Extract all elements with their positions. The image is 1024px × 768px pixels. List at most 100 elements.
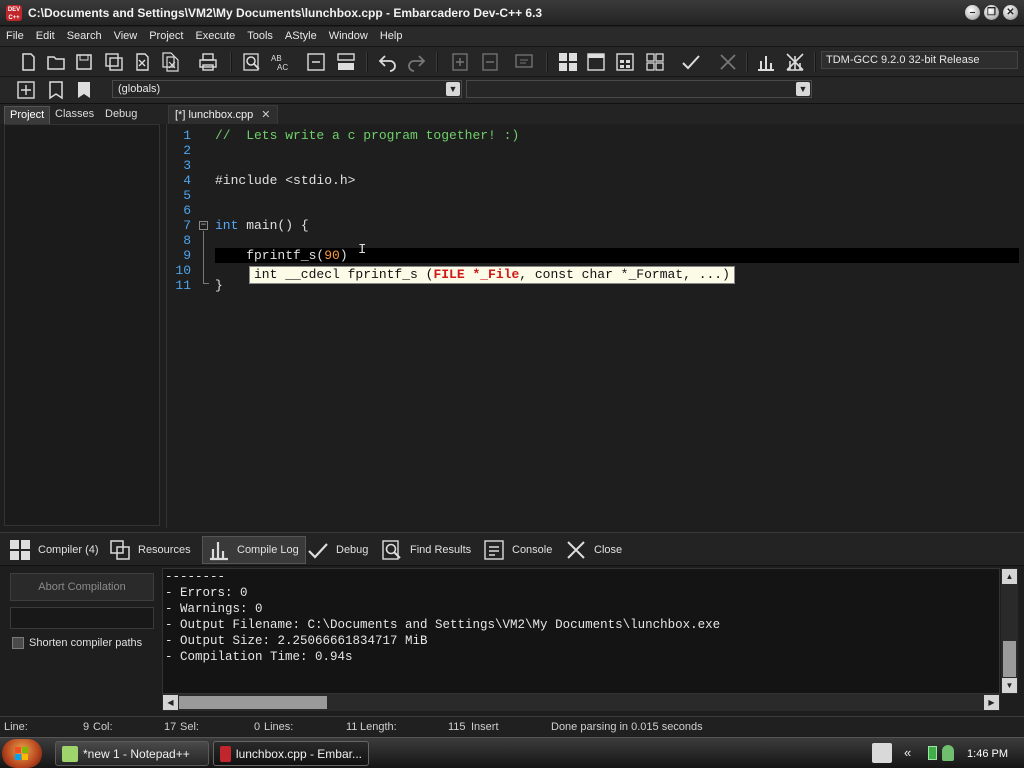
tab-resources[interactable]: Resources bbox=[104, 536, 197, 564]
goto-bookmark-icon[interactable] bbox=[72, 78, 96, 102]
status-col-value: 17 bbox=[164, 721, 177, 733]
close-panel-button[interactable]: Close bbox=[560, 536, 628, 564]
find-icon[interactable] bbox=[240, 50, 264, 74]
compile-log-icon bbox=[210, 542, 228, 561]
tab-project[interactable]: Project bbox=[4, 106, 51, 124]
menu-help[interactable]: Help bbox=[374, 27, 409, 47]
shorten-paths-row[interactable]: Shorten compiler paths bbox=[12, 637, 142, 649]
menu-execute[interactable]: Execute bbox=[189, 27, 241, 47]
project-options-icon[interactable] bbox=[512, 50, 536, 74]
tab-resources-label: Resources bbox=[138, 544, 191, 556]
status-bar: Line: 9 Col: 17 Sel: 0 Lines: 11 Length:… bbox=[0, 716, 1024, 736]
run-icon[interactable] bbox=[584, 50, 608, 74]
compile-run-icon[interactable] bbox=[613, 50, 637, 74]
menu-project[interactable]: Project bbox=[143, 27, 189, 47]
app-icon: DEV C++ bbox=[6, 5, 22, 21]
code-editor[interactable]: 1 2 3 4 5 6 7 8 9 10 11 − // Lets write … bbox=[166, 124, 1024, 528]
rebuild-all-icon[interactable] bbox=[643, 50, 667, 74]
horizontal-scroll-thumb[interactable] bbox=[179, 696, 327, 709]
vertical-scroll-thumb[interactable] bbox=[1003, 641, 1016, 677]
compiler-select[interactable]: TDM-GCC 9.2.0 32-bit Release bbox=[821, 51, 1018, 69]
chevron-down-icon[interactable]: ▼ bbox=[446, 82, 460, 96]
status-message: Done parsing in 0.015 seconds bbox=[551, 721, 703, 733]
minimize-button[interactable]: – bbox=[965, 5, 980, 20]
menu-edit[interactable]: Edit bbox=[30, 27, 61, 47]
scroll-right-icon[interactable]: ▶ bbox=[984, 695, 999, 710]
class-combo[interactable]: (globals) ▼ bbox=[112, 80, 462, 98]
log-vertical-scrollbar[interactable]: ▲ ▼ bbox=[1001, 568, 1018, 694]
tab-console[interactable]: Console bbox=[478, 536, 558, 564]
shorten-paths-checkbox[interactable] bbox=[12, 637, 24, 649]
toggle-panel-icon[interactable] bbox=[334, 50, 358, 74]
chevron-down-icon[interactable]: ▼ bbox=[796, 82, 810, 96]
syntax-check-icon[interactable] bbox=[679, 50, 703, 74]
tab-lunchbox-cpp[interactable]: [*] lunchbox.cpp ✕ bbox=[168, 105, 278, 124]
scroll-up-icon[interactable]: ▲ bbox=[1002, 569, 1017, 584]
undo-icon[interactable] bbox=[376, 50, 400, 74]
save-all-icon[interactable] bbox=[102, 50, 126, 74]
delete-profile-icon[interactable] bbox=[783, 50, 807, 74]
profile-icon[interactable] bbox=[754, 50, 778, 74]
find-results-icon bbox=[382, 540, 401, 560]
taskbar-devcpp[interactable]: lunchbox.cpp - Embar... bbox=[213, 741, 369, 766]
code-line-11: } bbox=[215, 278, 223, 293]
log-horizontal-scrollbar[interactable]: ◀ ▶ bbox=[162, 694, 1000, 711]
stop-execution-icon[interactable] bbox=[716, 50, 740, 74]
status-col-label: Col: bbox=[93, 721, 113, 733]
restore-button[interactable]: ❐ bbox=[984, 5, 999, 20]
fold-toggle-icon[interactable]: − bbox=[199, 221, 208, 230]
network-user-icon[interactable] bbox=[942, 745, 954, 761]
add-to-project-icon[interactable] bbox=[448, 50, 472, 74]
tab-classes[interactable]: Classes bbox=[50, 106, 99, 124]
status-insert-mode: Insert bbox=[471, 721, 499, 733]
menu-file[interactable]: File bbox=[0, 27, 30, 47]
remove-from-project-icon[interactable] bbox=[478, 50, 502, 74]
scroll-down-icon[interactable]: ▼ bbox=[1002, 678, 1017, 693]
print-icon[interactable] bbox=[196, 50, 220, 74]
start-button[interactable] bbox=[2, 739, 42, 768]
tab-find-results[interactable]: Find Results bbox=[376, 536, 477, 564]
bottom-panel-tabs: Compiler (4) Resources Compile Log Debug… bbox=[0, 532, 1024, 566]
scroll-left-icon[interactable]: ◀ bbox=[163, 695, 178, 710]
clock[interactable]: 1:46 PM bbox=[967, 748, 1008, 760]
left-panel-tabs: Project Classes Debug bbox=[0, 104, 166, 124]
abort-compilation-button[interactable]: Abort Compilation bbox=[10, 573, 154, 601]
tab-debug-label: Debug bbox=[336, 544, 369, 556]
menu-tools[interactable]: Tools bbox=[241, 27, 279, 47]
battery-icon[interactable] bbox=[928, 746, 937, 760]
new-file-icon[interactable] bbox=[16, 50, 40, 74]
calltip-current-param: FILE *_File bbox=[433, 267, 520, 282]
close-window-button[interactable]: ✕ bbox=[1003, 5, 1018, 20]
keyboard-icon[interactable] bbox=[872, 743, 892, 763]
tray-expand-icon[interactable]: « bbox=[904, 745, 911, 760]
member-combo[interactable]: ▼ bbox=[466, 80, 812, 98]
bookmark-icon[interactable] bbox=[44, 78, 68, 102]
menu-search[interactable]: Search bbox=[61, 27, 108, 47]
tab-debug[interactable]: Debug bbox=[100, 106, 142, 124]
tab-debug-bottom[interactable]: Debug bbox=[302, 536, 374, 564]
status-length-value: 115 bbox=[448, 721, 466, 733]
line-number: 7 bbox=[183, 218, 191, 233]
compile-log-output[interactable]: -------- - Errors: 0 - Warnings: 0 - Out… bbox=[162, 568, 1000, 694]
redo-icon[interactable] bbox=[404, 50, 428, 74]
tab-compiler[interactable]: Compiler (4) bbox=[4, 536, 105, 564]
insert-code-icon[interactable] bbox=[14, 78, 38, 102]
compile-icon[interactable] bbox=[556, 50, 580, 74]
close-icon[interactable]: ✕ bbox=[261, 109, 270, 121]
taskbar-notepadpp[interactable]: *new 1 - Notepad++ bbox=[55, 741, 209, 766]
goto-line-icon[interactable] bbox=[304, 50, 328, 74]
fold-line bbox=[203, 231, 204, 283]
close-file-icon[interactable] bbox=[130, 50, 154, 74]
save-icon[interactable] bbox=[72, 50, 96, 74]
menu-window[interactable]: Window bbox=[323, 27, 374, 47]
tab-compile-log[interactable]: Compile Log bbox=[202, 536, 306, 564]
project-panel[interactable] bbox=[4, 124, 160, 526]
line-number: 8 bbox=[183, 233, 191, 248]
menu-astyle[interactable]: AStyle bbox=[279, 27, 323, 47]
tab-compile-log-label: Compile Log bbox=[237, 544, 299, 556]
menu-view[interactable]: View bbox=[108, 27, 144, 47]
fold-end bbox=[203, 283, 209, 284]
close-all-icon[interactable] bbox=[158, 50, 182, 74]
open-folder-icon[interactable] bbox=[44, 50, 68, 74]
replace-icon[interactable]: AB AC bbox=[268, 50, 292, 74]
